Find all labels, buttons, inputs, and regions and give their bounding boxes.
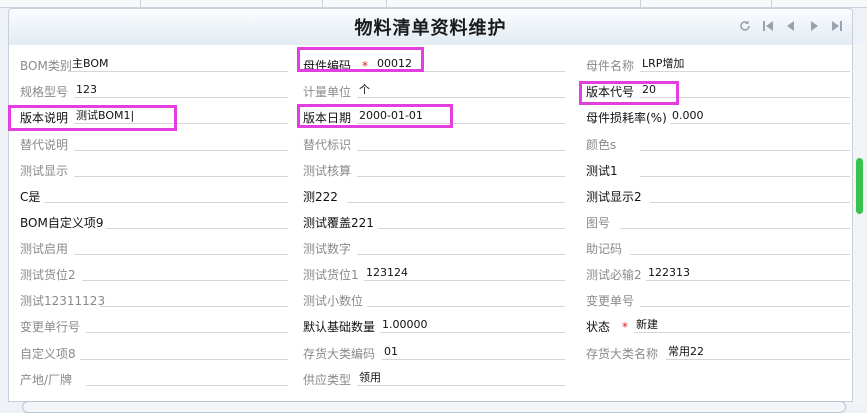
- bom-type-field[interactable]: 主BOM: [70, 56, 288, 72]
- inv-class-code-field[interactable]: 01: [382, 344, 565, 360]
- test-display2-field[interactable]: [650, 187, 850, 203]
- test-required2-field[interactable]: 122313: [646, 265, 850, 281]
- bom-custom9-label: BOM自定义项9: [20, 216, 104, 230]
- record-nav: [738, 19, 844, 33]
- supply-type-field[interactable]: 领用: [357, 370, 565, 386]
- test-number-field[interactable]: [357, 239, 565, 255]
- c-yes-label: C是: [20, 190, 41, 204]
- inv-class-name-label: 存货大类名称: [586, 347, 659, 361]
- test-enable-field[interactable]: [74, 239, 288, 255]
- custom8-field[interactable]: [80, 344, 288, 360]
- drawing-no-field[interactable]: [620, 213, 850, 229]
- supply-type-label: 供应类型: [303, 373, 352, 387]
- test-slot1-field[interactable]: 123124: [364, 265, 565, 281]
- color-label: 颜色s: [586, 138, 617, 152]
- bom-type-label: BOM类别: [20, 59, 72, 73]
- test-check-field[interactable]: [357, 161, 565, 177]
- refresh-icon[interactable]: [738, 19, 752, 33]
- status-label: 状态: [586, 320, 611, 334]
- c-yes-field[interactable]: [44, 187, 288, 203]
- test1-label: 测试1: [586, 164, 618, 178]
- spec-model-field[interactable]: 123: [74, 82, 288, 98]
- mnemonic-label: 助记码: [586, 242, 623, 256]
- alt-desc-field[interactable]: [74, 135, 288, 151]
- test-decimal-field[interactable]: [367, 291, 565, 307]
- color-field[interactable]: [640, 135, 850, 151]
- parent-name-field[interactable]: LRP增加: [640, 56, 850, 72]
- test-display2-label: 测试显示2: [586, 190, 642, 204]
- test222-label: 测222: [303, 190, 338, 204]
- test-enable-label: 测试启用: [20, 242, 69, 256]
- page-title: 物料清单资料维护: [354, 18, 507, 39]
- version-desc-highlight: [8, 105, 177, 131]
- change-line-field[interactable]: [86, 317, 288, 333]
- test-cover221-label: 测试覆盖221: [303, 216, 374, 230]
- test12311123-field[interactable]: [100, 291, 288, 307]
- test-display-field[interactable]: [74, 161, 288, 177]
- default-base-qty-field[interactable]: 1.00000: [380, 317, 565, 333]
- first-record-icon[interactable]: [761, 19, 775, 33]
- test-check-label: 测试核算: [303, 164, 352, 178]
- test-slot2-field[interactable]: [82, 265, 288, 281]
- test-slot1-label: 测试货位1: [303, 268, 359, 282]
- previous-record-icon[interactable]: [784, 19, 798, 33]
- version-date-highlight: [297, 104, 453, 128]
- origin-brand-field[interactable]: [86, 370, 288, 386]
- mnemonic-field[interactable]: [630, 239, 850, 255]
- inv-class-code-label: 存货大类编码: [303, 347, 376, 361]
- parent-loss-field[interactable]: 0.000: [670, 108, 850, 124]
- title-bar: 物料清单资料维护: [8, 8, 853, 46]
- default-base-qty-label: 默认基础数量: [303, 320, 376, 334]
- test-cover221-field[interactable]: [378, 213, 565, 229]
- test-decimal-label: 测试小数位: [303, 294, 364, 308]
- drawing-no-label: 图号: [586, 216, 611, 230]
- parent-loss-label: 母件损耗率(%): [586, 111, 667, 125]
- alt-desc-label: 替代说明: [20, 138, 69, 152]
- test1-field[interactable]: [640, 161, 850, 177]
- unit-field[interactable]: 个: [357, 82, 565, 98]
- test-slot2-label: 测试货位2: [20, 268, 76, 282]
- test12311123-label: 测试12311123: [20, 294, 106, 308]
- required-mark: *: [622, 320, 628, 334]
- parent-code-highlight: [297, 47, 424, 72]
- change-no-label: 变更单号: [586, 294, 635, 308]
- status-field[interactable]: 新建: [634, 317, 850, 333]
- scrollbar-thumb[interactable]: [856, 158, 863, 214]
- version-code-highlight: [579, 81, 679, 105]
- test-display-label: 测试显示: [20, 164, 69, 178]
- origin-brand-label: 产地/厂牌: [20, 373, 73, 387]
- change-line-label: 变更单行号: [20, 320, 81, 334]
- parent-name-label: 母件名称: [586, 59, 635, 73]
- vertical-scrollbar[interactable]: [853, 44, 865, 406]
- custom8-label: 自定义项8: [20, 347, 76, 361]
- top-tab-strip: [0, 0, 867, 8]
- alt-flag-label: 替代标识: [303, 138, 352, 152]
- alt-flag-field[interactable]: [357, 135, 565, 151]
- test-required2-label: 测试必输2: [586, 268, 642, 282]
- change-no-field[interactable]: [640, 291, 850, 307]
- spec-model-label: 规格型号: [20, 85, 69, 99]
- test-number-label: 测试数字: [303, 242, 352, 256]
- test222-field[interactable]: [347, 187, 565, 203]
- last-record-icon[interactable]: [830, 19, 844, 33]
- next-record-icon[interactable]: [807, 19, 821, 33]
- inv-class-name-field[interactable]: 常用22: [666, 344, 850, 360]
- detail-panel-edge: [22, 401, 846, 413]
- bom-custom9-field[interactable]: [106, 213, 288, 229]
- unit-label: 计量单位: [303, 85, 352, 99]
